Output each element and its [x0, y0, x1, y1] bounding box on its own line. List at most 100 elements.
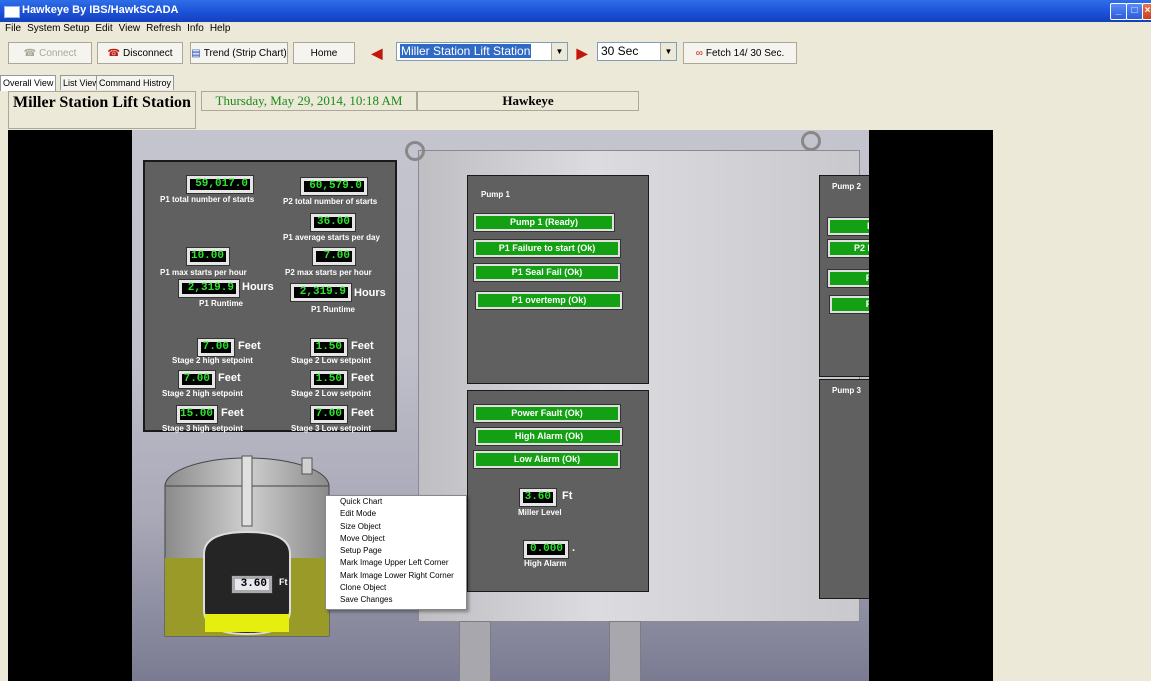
miller-level-label: Miller Level	[518, 508, 562, 517]
context-menu-item-edit-mode[interactable]: Edit Mode	[326, 508, 466, 520]
p1-seal-fail-status[interactable]: P1 Seal Fail (Ok)	[473, 263, 621, 282]
pump2-ready-status[interactable]: Pump 2 (Ready)	[827, 217, 869, 236]
interval-select[interactable]: 30 Sec ▼	[597, 42, 677, 61]
lift-ring-icon	[801, 131, 821, 151]
high-alarm-status[interactable]: High Alarm (Ok)	[475, 427, 623, 446]
p1-avg-value[interactable]: 36.00	[310, 213, 356, 232]
datetime: Thursday, May 29, 2014, 10:18 AM	[201, 91, 417, 111]
p1-runtime-label: P1 Runtime	[199, 299, 244, 308]
context-menu-item-save-changes[interactable]: Save Changes	[326, 594, 466, 606]
s2-high-a-unit: Feet	[238, 340, 261, 352]
app-icon	[4, 6, 20, 18]
p2-overtemp-status[interactable]: P2 overtemp (Ok)	[829, 295, 869, 314]
p1-max-value[interactable]: 10.00	[186, 247, 230, 266]
s2-high-b-value[interactable]: 7.00	[178, 370, 216, 389]
p2-runtime-value[interactable]: 2,319.9	[290, 283, 352, 302]
menu-bar: File System Setup Edit View Refresh Info Help	[0, 22, 1151, 36]
disconnect-label: Disconnect	[123, 48, 173, 59]
s2-high-b-unit: Feet	[218, 372, 241, 384]
phone-icon: ☎	[107, 48, 120, 59]
next-station-arrow-icon[interactable]: ▶	[572, 44, 592, 62]
low-alarm-status[interactable]: Low Alarm (Ok)	[473, 450, 621, 469]
p2-starts-value[interactable]: 60,579.0	[300, 177, 368, 196]
tank-level-unit: Ft	[279, 577, 288, 587]
p2-fail-start-status[interactable]: P2 Failed to Start (Ok)	[827, 239, 869, 258]
menu-help[interactable]: Help	[207, 22, 234, 36]
p1-overtemp-status[interactable]: P1 overtemp (Ok)	[475, 291, 623, 310]
s3-low-value[interactable]: 7.00	[310, 405, 348, 424]
p1-max-label: P1 max starts per hour	[160, 268, 247, 277]
chevron-down-icon[interactable]: ▼	[660, 43, 676, 60]
s2-high-a-value[interactable]: 7.00	[197, 338, 235, 357]
app-name: Hawkeye	[417, 91, 639, 111]
p1-runtime-unit: Hours	[242, 281, 274, 293]
menu-file[interactable]: File	[0, 22, 24, 36]
pump3-title: Pump 3	[832, 386, 861, 395]
s2-low-b-value[interactable]: 1.50	[310, 370, 348, 389]
station-name: Miller Station Lift Station	[8, 91, 196, 129]
tank-level-value[interactable]: 3.60	[231, 575, 273, 594]
context-menu: Quick Chart Edit Mode Size Object Move O…	[325, 495, 467, 610]
connect-button[interactable]: ☎ Connect	[8, 42, 92, 64]
p1-starts-label: P1 total number of starts	[160, 195, 255, 204]
binoculars-icon: ∞	[695, 48, 703, 59]
minimize-button[interactable]: _	[1110, 3, 1127, 20]
wet-well-tank	[164, 455, 330, 637]
s2-low-a-label: Stage 2 Low setpoint	[291, 356, 372, 365]
context-menu-item-size-object[interactable]: Size Object	[326, 521, 466, 533]
station-select[interactable]: Miller Station Lift Station ▼	[396, 42, 568, 61]
fetch-label: Fetch 14/ 30 Sec.	[705, 48, 785, 59]
p1-fail-start-status[interactable]: P1 Failure to start (Ok)	[473, 239, 621, 258]
p2-seal-fail-status[interactable]: P2 Seal Fail (Ok)	[827, 269, 869, 288]
disconnect-button[interactable]: ☎ Disconnect	[97, 42, 183, 64]
pump2-title: Pump 2	[832, 182, 861, 191]
lift-ring-icon	[405, 141, 425, 161]
s2-low-a-value[interactable]: 1.50	[310, 338, 348, 357]
trend-button[interactable]: ▤ Trend (Strip Chart)	[190, 42, 288, 64]
tab-overall-view[interactable]: Overall View	[0, 75, 57, 91]
stats-panel: 59,017.0 P1 total number of starts 60,57…	[143, 160, 397, 433]
high-alarm-label: High Alarm	[524, 559, 567, 568]
chevron-down-icon[interactable]: ▼	[551, 43, 567, 60]
menu-system-setup[interactable]: System Setup	[24, 22, 92, 36]
p2-max-value[interactable]: 7.00	[312, 247, 356, 266]
s3-high-value[interactable]: 15.00	[176, 405, 218, 424]
context-menu-item-quick-chart[interactable]: Quick Chart	[326, 496, 466, 508]
menu-info[interactable]: Info	[184, 22, 207, 36]
s2-low-a-unit: Feet	[351, 340, 374, 352]
menu-edit[interactable]: Edit	[92, 22, 115, 36]
miller-level-value[interactable]: 3.60	[519, 488, 557, 507]
prev-station-arrow-icon[interactable]: ◀	[367, 44, 387, 62]
maximize-button[interactable]: □	[1126, 3, 1143, 20]
pump1-ready-status[interactable]: Pump 1 (Ready)	[473, 213, 615, 232]
high-alarm-value[interactable]: 0.000	[523, 540, 569, 559]
s2-low-b-label: Stage 2 Low setpoint	[291, 389, 372, 398]
control-cabinet: Pump 1 Pump 1 (Ready) P1 Failure to star…	[405, 131, 869, 681]
tab-command-history[interactable]: Command Histroy	[96, 75, 175, 90]
context-menu-item-setup-page[interactable]: Setup Page	[326, 545, 466, 557]
context-menu-item-mark-lower-right[interactable]: Mark Image Lower Right Corner	[326, 570, 466, 582]
p2-max-label: P2 max starts per hour	[285, 268, 372, 277]
pump1-panel: Pump 1 Pump 1 (Ready) P1 Failure to star…	[467, 175, 649, 384]
context-menu-item-clone-object[interactable]: Clone Object	[326, 582, 466, 594]
title-bar: Hawkeye By IBS/HawkSCADA _ □ ×	[0, 0, 1151, 22]
fetch-button[interactable]: ∞ Fetch 14/ 30 Sec.	[683, 42, 797, 64]
context-menu-item-move-object[interactable]: Move Object	[326, 533, 466, 545]
page-header: Miller Station Lift Station Thursday, Ma…	[8, 91, 1151, 129]
alarms-panel: Power Fault (Ok) High Alarm (Ok) Low Ala…	[467, 390, 649, 592]
context-menu-item-mark-upper-left[interactable]: Mark Image Upper Left Corner	[326, 557, 466, 569]
menu-view[interactable]: View	[116, 22, 144, 36]
p1-starts-value[interactable]: 59,017.0	[186, 175, 254, 194]
p2-runtime-unit: Hours	[354, 287, 386, 299]
connect-icon: ☎	[23, 48, 37, 59]
pump1-title: Pump 1	[481, 190, 510, 199]
p1-runtime-value[interactable]: 2,319.9	[178, 279, 240, 298]
chart-icon: ▤	[191, 48, 201, 59]
high-alarm-unit: .	[572, 542, 576, 554]
power-fault-status[interactable]: Power Fault (Ok)	[473, 404, 621, 423]
p2-runtime-label: P1 Runtime	[311, 305, 356, 314]
menu-refresh[interactable]: Refresh	[143, 22, 184, 36]
home-button[interactable]: Home	[293, 42, 355, 64]
close-button[interactable]: ×	[1142, 3, 1151, 20]
station-canvas: 59,017.0 P1 total number of starts 60,57…	[132, 130, 869, 681]
